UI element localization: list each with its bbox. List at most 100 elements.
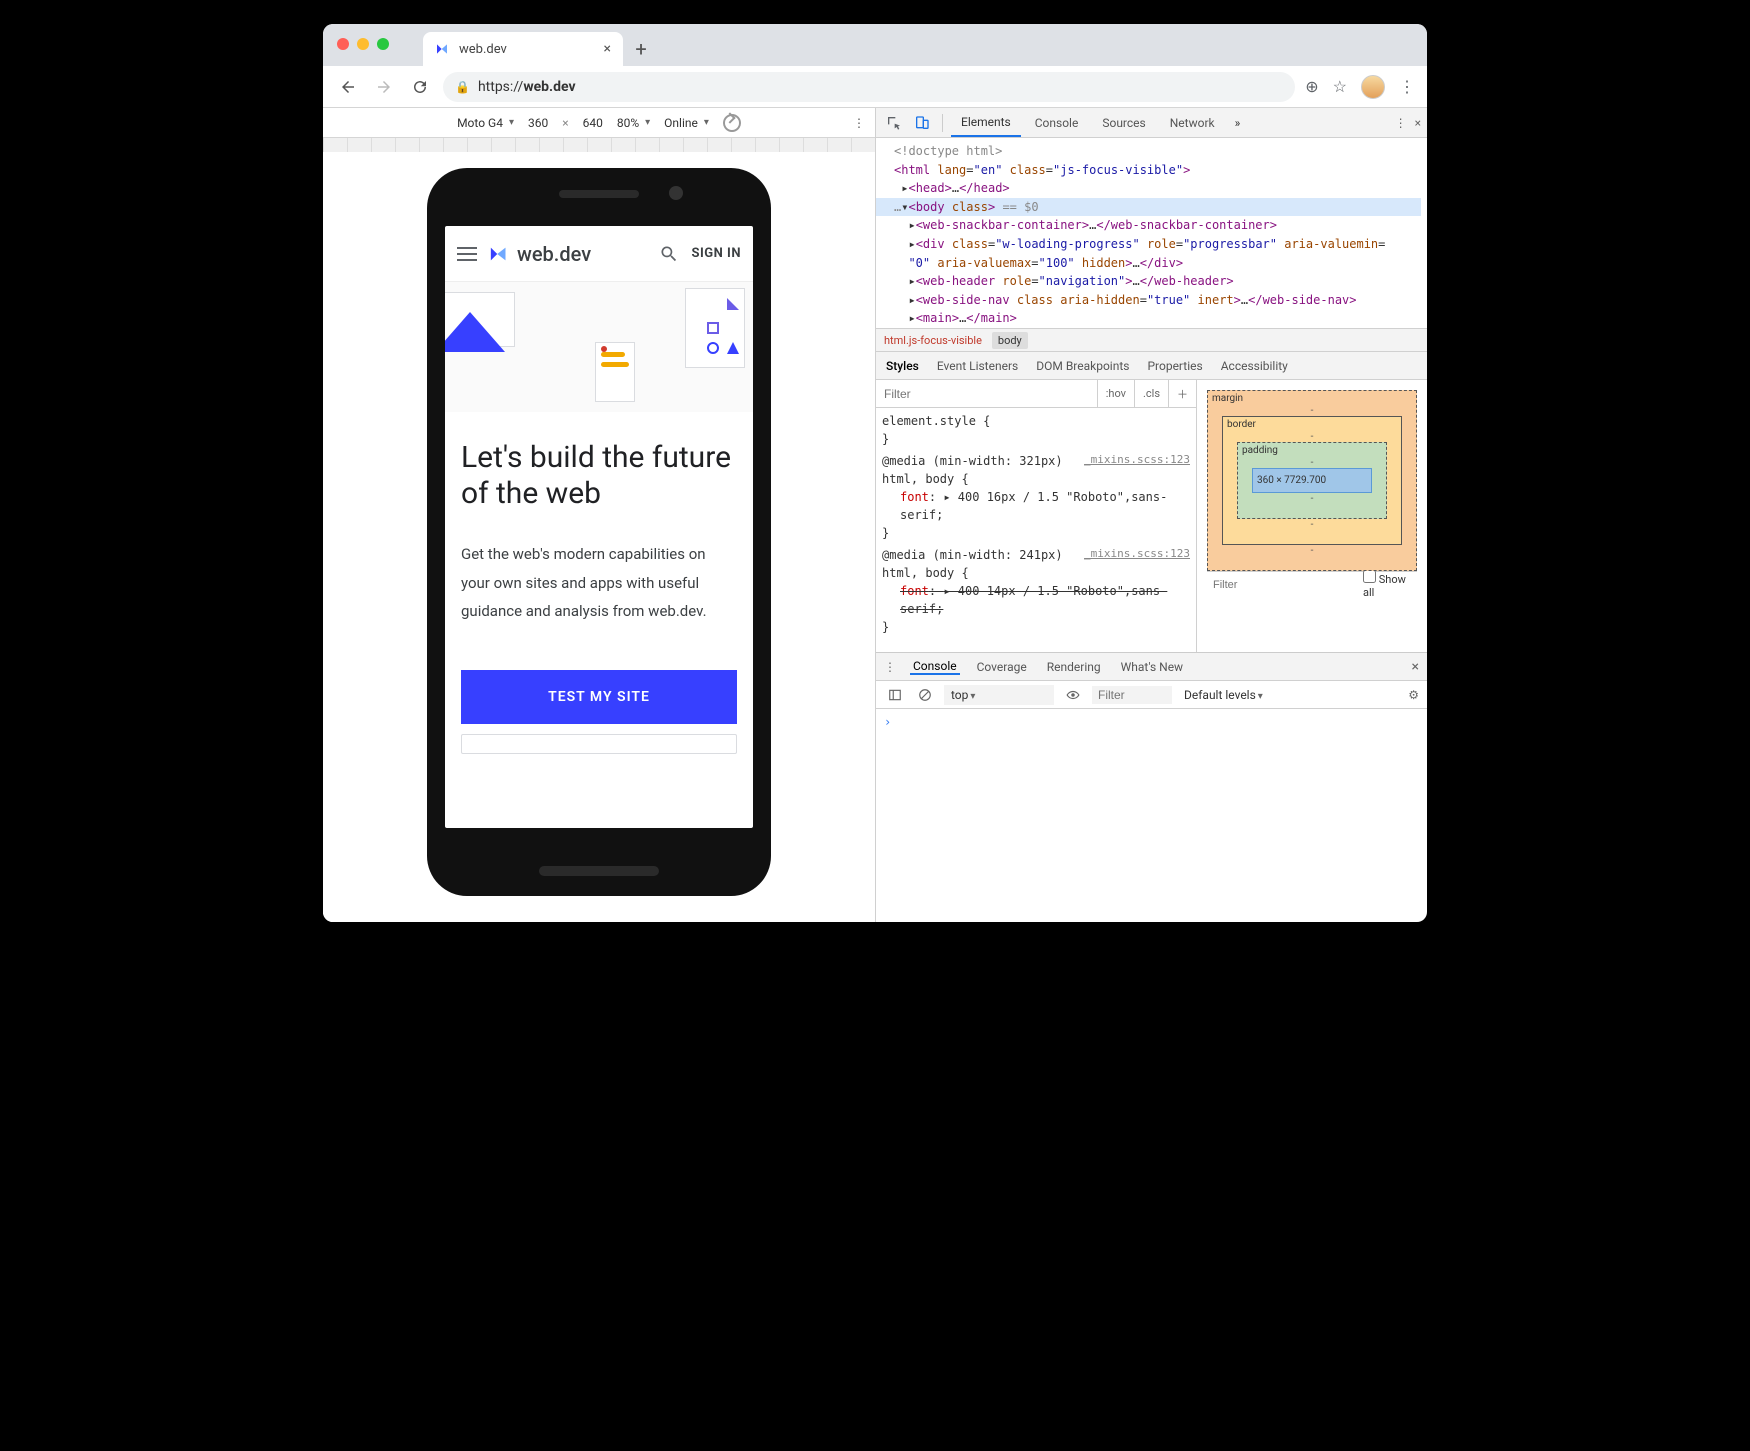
- box-padding[interactable]: padding - 360 × 7729.700 -: [1237, 442, 1387, 519]
- live-expression-icon[interactable]: [1062, 684, 1084, 706]
- console-toolbar: top Default levels ⚙: [876, 681, 1427, 709]
- devtools-menu-icon[interactable]: ⋮: [1395, 116, 1407, 130]
- devtools-tabbar: Elements Console Sources Network » ⋮ ×: [876, 108, 1427, 138]
- bookmark-icon[interactable]: ☆: [1333, 77, 1347, 96]
- rotate-icon[interactable]: [723, 114, 741, 132]
- phone-camera-icon: [669, 186, 683, 200]
- webdev-mark-icon: [489, 243, 511, 265]
- tab-title: web.dev: [459, 42, 507, 57]
- zoom-select[interactable]: 80%: [617, 116, 650, 130]
- drawer-menu-icon[interactable]: ⋮: [884, 660, 896, 674]
- tab-elements[interactable]: Elements: [951, 108, 1021, 137]
- inspect-element-icon[interactable]: [882, 111, 906, 135]
- console-output[interactable]: ›: [876, 709, 1427, 922]
- viewport[interactable]: web.dev SIGN IN: [445, 226, 753, 828]
- box-content[interactable]: 360 × 7729.700: [1252, 468, 1372, 493]
- triangle-icon: [727, 298, 739, 310]
- subtab-dom-breakpoints[interactable]: DOM Breakpoints: [1036, 359, 1129, 373]
- dimension-x: ×: [562, 116, 568, 130]
- secondary-input[interactable]: [461, 734, 737, 754]
- more-tabs-icon[interactable]: »: [1229, 116, 1247, 130]
- ruler: [323, 138, 875, 152]
- styles-filter-bar: :hov .cls ＋: [876, 380, 1196, 408]
- triangle-up-icon: [727, 342, 739, 354]
- console-settings-icon[interactable]: ⚙: [1408, 688, 1419, 702]
- drawer-tab-console[interactable]: Console: [910, 659, 960, 675]
- subtab-event-listeners[interactable]: Event Listeners: [937, 359, 1018, 373]
- hero-illustration: [445, 282, 753, 412]
- device-frame: web.dev SIGN IN: [427, 168, 771, 896]
- device-height[interactable]: 640: [583, 116, 603, 130]
- console-filter-input[interactable]: [1092, 686, 1172, 704]
- drawer-tab-coverage[interactable]: Coverage: [974, 660, 1030, 674]
- tab-network[interactable]: Network: [1160, 108, 1225, 137]
- minimize-window-icon[interactable]: [357, 38, 369, 50]
- drawer-tab-whatsnew[interactable]: What's New: [1118, 660, 1186, 674]
- device-toolbar: Moto G4 360 × 640 80% Online ⋮: [323, 108, 875, 138]
- toggle-device-icon[interactable]: [910, 111, 934, 135]
- tab-sources[interactable]: Sources: [1092, 108, 1155, 137]
- box-margin[interactable]: margin - border - padding - 360 × 7729.7…: [1207, 390, 1417, 571]
- install-icon[interactable]: ⊕: [1305, 77, 1318, 96]
- prompt-icon: ›: [884, 715, 891, 729]
- styles-filter-input[interactable]: [876, 387, 1097, 401]
- address-bar[interactable]: 🔒 https://web.dev: [443, 72, 1295, 102]
- close-window-icon[interactable]: [337, 38, 349, 50]
- dom-tree[interactable]: <!doctype html><html lang="en" class="js…: [876, 138, 1427, 328]
- test-site-button[interactable]: TEST MY SITE: [461, 670, 737, 724]
- titlebar: web.dev × +: [323, 24, 1427, 66]
- clear-console-icon[interactable]: [914, 684, 936, 706]
- device-width[interactable]: 360: [528, 116, 548, 130]
- lock-icon: 🔒: [455, 80, 470, 94]
- crumb-leaf[interactable]: body: [992, 332, 1028, 349]
- kebab-menu-icon[interactable]: ⋮: [1399, 77, 1415, 96]
- window-controls: [337, 38, 389, 50]
- devtools-close-icon[interactable]: ×: [1415, 116, 1421, 130]
- cls-toggle[interactable]: .cls: [1134, 380, 1168, 407]
- device-select[interactable]: Moto G4: [457, 116, 514, 130]
- site-header: web.dev SIGN IN: [445, 226, 753, 282]
- forward-button[interactable]: [371, 74, 397, 100]
- back-button[interactable]: [335, 74, 361, 100]
- phone-speaker-icon: [559, 190, 639, 198]
- box-border[interactable]: border - padding - 360 × 7729.700 - -: [1222, 416, 1402, 545]
- throttling-select[interactable]: Online: [664, 116, 709, 130]
- close-tab-icon[interactable]: ×: [604, 41, 611, 57]
- hero-title: Let's build the future of the web: [461, 440, 737, 512]
- css-rules[interactable]: element.style {}_mixins.scss:123@media (…: [876, 408, 1196, 652]
- subtab-styles[interactable]: Styles: [886, 359, 919, 373]
- elements-subpanel-tabs: Styles Event Listeners DOM Breakpoints P…: [876, 352, 1427, 380]
- sign-in-button[interactable]: SIGN IN: [691, 246, 741, 261]
- browser-window: web.dev × + 🔒 https://web.dev ⊕ ☆ ⋮ Moto…: [323, 24, 1427, 922]
- tab-console[interactable]: Console: [1025, 108, 1089, 137]
- circle-icon: [707, 342, 719, 354]
- search-icon[interactable]: [659, 244, 679, 264]
- new-tab-button[interactable]: +: [627, 35, 655, 63]
- menu-icon[interactable]: [457, 247, 477, 261]
- square-icon: [707, 322, 719, 334]
- subtab-properties[interactable]: Properties: [1147, 359, 1202, 373]
- drawer-tab-rendering[interactable]: Rendering: [1044, 660, 1104, 674]
- browser-tab[interactable]: web.dev ×: [423, 32, 623, 66]
- reload-button[interactable]: [407, 74, 433, 100]
- add-rule-icon[interactable]: ＋: [1168, 380, 1196, 407]
- show-all-toggle[interactable]: Show all: [1363, 570, 1411, 599]
- drawer-close-icon[interactable]: ×: [1412, 659, 1419, 675]
- phone-home-icon: [539, 866, 659, 876]
- devtools-drawer: ⋮ Console Coverage Rendering What's New …: [876, 652, 1427, 922]
- device-toolbar-more-icon[interactable]: ⋮: [853, 116, 865, 130]
- favicon-icon: [435, 41, 451, 57]
- computed-filter-input[interactable]: [1213, 579, 1355, 591]
- devtools-pane: Elements Console Sources Network » ⋮ × <…: [875, 108, 1427, 922]
- fullscreen-window-icon[interactable]: [377, 38, 389, 50]
- profile-avatar[interactable]: [1361, 75, 1385, 99]
- dom-breadcrumb[interactable]: html.js-focus-visible body: [876, 328, 1427, 352]
- hov-toggle[interactable]: :hov: [1097, 380, 1134, 407]
- console-sidebar-icon[interactable]: [884, 684, 906, 706]
- site-logo[interactable]: web.dev: [489, 242, 591, 266]
- crumb-root[interactable]: html.js-focus-visible: [884, 334, 982, 347]
- log-levels-select[interactable]: Default levels: [1184, 688, 1263, 702]
- context-select[interactable]: top: [944, 685, 1054, 705]
- subtab-accessibility[interactable]: Accessibility: [1221, 359, 1288, 373]
- url-text: https://web.dev: [478, 79, 576, 95]
